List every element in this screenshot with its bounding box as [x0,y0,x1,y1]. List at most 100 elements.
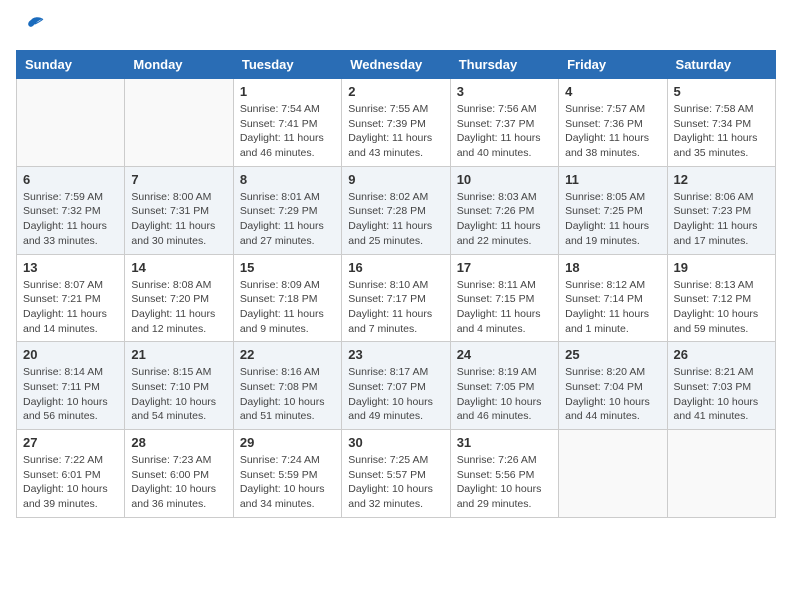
day-info: Sunrise: 8:13 AM Sunset: 7:12 PM Dayligh… [674,278,769,337]
calendar-week-5: 27Sunrise: 7:22 AM Sunset: 6:01 PM Dayli… [17,430,776,518]
calendar-cell: 5 Sunrise: 7:58 AM Sunset: 7:34 PM Daylig… [667,79,775,167]
day-number: 1 [240,84,335,99]
day-number: 22 [240,347,335,362]
calendar-cell: 28Sunrise: 7:23 AM Sunset: 6:00 PM Dayli… [125,430,233,518]
calendar-cell: 31Sunrise: 7:26 AM Sunset: 5:56 PM Dayli… [450,430,558,518]
calendar-cell: 6Sunrise: 7:59 AM Sunset: 7:32 PM Daylig… [17,166,125,254]
calendar-cell: 25 Sunrise: 8:20 AM Sunset: 7:04 PM Dayli… [559,342,667,430]
calendar-cell: 9 Sunrise: 8:02 AM Sunset: 7:28 PM Daylig… [342,166,450,254]
day-info: Sunrise: 8:05 AM Sunset: 7:25 PM Dayligh… [565,190,660,249]
weekday-header-saturday: Saturday [667,51,775,79]
day-info: Sunrise: 7:56 AM Sunset: 7:37 PM Dayligh… [457,102,552,161]
day-info: Sunrise: 8:11 AM Sunset: 7:15 PM Dayligh… [457,278,552,337]
calendar-cell: 23 Sunrise: 8:17 AM Sunset: 7:07 PM Dayli… [342,342,450,430]
calendar-cell: 29 Sunrise: 7:24 AM Sunset: 5:59 PM Dayli… [233,430,341,518]
day-number: 3 [457,84,552,99]
calendar-cell: 22 Sunrise: 8:16 AM Sunset: 7:08 PM Dayli… [233,342,341,430]
calendar-cell: 8 Sunrise: 8:01 AM Sunset: 7:29 PM Daylig… [233,166,341,254]
calendar-cell: 1 Sunrise: 7:54 AM Sunset: 7:41 PM Daylig… [233,79,341,167]
calendar-week-1: 1 Sunrise: 7:54 AM Sunset: 7:41 PM Daylig… [17,79,776,167]
calendar-cell: 14Sunrise: 8:08 AM Sunset: 7:20 PM Dayli… [125,254,233,342]
logo-bird-icon [17,16,45,38]
day-info: Sunrise: 8:00 AM Sunset: 7:31 PM Dayligh… [131,190,226,249]
logo [16,16,50,38]
weekday-header-monday: Monday [125,51,233,79]
calendar-cell: 19 Sunrise: 8:13 AM Sunset: 7:12 PM Dayli… [667,254,775,342]
day-number: 29 [240,435,335,450]
day-number: 19 [674,260,769,275]
day-number: 25 [565,347,660,362]
day-info: Sunrise: 8:07 AM Sunset: 7:21 PM Dayligh… [23,278,118,337]
day-number: 7 [131,172,226,187]
day-number: 24 [457,347,552,362]
day-number: 18 [565,260,660,275]
calendar-cell: 4 Sunrise: 7:57 AM Sunset: 7:36 PM Daylig… [559,79,667,167]
day-info: Sunrise: 8:06 AM Sunset: 7:23 PM Dayligh… [674,190,769,249]
day-number: 16 [348,260,443,275]
day-number: 8 [240,172,335,187]
calendar-table: SundayMondayTuesdayWednesdayThursdayFrid… [16,50,776,518]
day-info: Sunrise: 8:08 AM Sunset: 7:20 PM Dayligh… [131,278,226,337]
calendar-week-3: 13Sunrise: 8:07 AM Sunset: 7:21 PM Dayli… [17,254,776,342]
calendar-cell: 30 Sunrise: 7:25 AM Sunset: 5:57 PM Dayli… [342,430,450,518]
weekday-header-sunday: Sunday [17,51,125,79]
day-number: 30 [348,435,443,450]
day-info: Sunrise: 8:16 AM Sunset: 7:08 PM Dayligh… [240,365,335,424]
day-number: 21 [131,347,226,362]
day-info: Sunrise: 8:12 AM Sunset: 7:14 PM Dayligh… [565,278,660,337]
calendar-cell: 18 Sunrise: 8:12 AM Sunset: 7:14 PM Dayli… [559,254,667,342]
calendar-cell: 13Sunrise: 8:07 AM Sunset: 7:21 PM Dayli… [17,254,125,342]
calendar-cell: 7 Sunrise: 8:00 AM Sunset: 7:31 PM Daylig… [125,166,233,254]
day-info: Sunrise: 8:10 AM Sunset: 7:17 PM Dayligh… [348,278,443,337]
calendar-cell [125,79,233,167]
calendar-cell: 17 Sunrise: 8:11 AM Sunset: 7:15 PM Dayli… [450,254,558,342]
day-info: Sunrise: 7:55 AM Sunset: 7:39 PM Dayligh… [348,102,443,161]
calendar-cell: 16 Sunrise: 8:10 AM Sunset: 7:17 PM Dayli… [342,254,450,342]
day-info: Sunrise: 8:15 AM Sunset: 7:10 PM Dayligh… [131,365,226,424]
calendar-cell: 11 Sunrise: 8:05 AM Sunset: 7:25 PM Dayli… [559,166,667,254]
calendar-cell: 24Sunrise: 8:19 AM Sunset: 7:05 PM Dayli… [450,342,558,430]
day-info: Sunrise: 8:01 AM Sunset: 7:29 PM Dayligh… [240,190,335,249]
day-info: Sunrise: 7:54 AM Sunset: 7:41 PM Dayligh… [240,102,335,161]
calendar-week-2: 6Sunrise: 7:59 AM Sunset: 7:32 PM Daylig… [17,166,776,254]
day-info: Sunrise: 7:58 AM Sunset: 7:34 PM Dayligh… [674,102,769,161]
calendar-cell: 27Sunrise: 7:22 AM Sunset: 6:01 PM Dayli… [17,430,125,518]
day-info: Sunrise: 7:57 AM Sunset: 7:36 PM Dayligh… [565,102,660,161]
day-number: 12 [674,172,769,187]
day-number: 26 [674,347,769,362]
day-info: Sunrise: 8:14 AM Sunset: 7:11 PM Dayligh… [23,365,118,424]
day-number: 17 [457,260,552,275]
calendar-cell: 21 Sunrise: 8:15 AM Sunset: 7:10 PM Dayli… [125,342,233,430]
day-number: 23 [348,347,443,362]
calendar-cell: 12 Sunrise: 8:06 AM Sunset: 7:23 PM Dayli… [667,166,775,254]
day-number: 5 [674,84,769,99]
weekday-header-thursday: Thursday [450,51,558,79]
calendar-cell: 10 Sunrise: 8:03 AM Sunset: 7:26 PM Dayli… [450,166,558,254]
day-info: Sunrise: 8:20 AM Sunset: 7:04 PM Dayligh… [565,365,660,424]
day-number: 31 [457,435,552,450]
day-info: Sunrise: 7:25 AM Sunset: 5:57 PM Dayligh… [348,453,443,512]
calendar-cell: 15 Sunrise: 8:09 AM Sunset: 7:18 PM Dayli… [233,254,341,342]
day-number: 11 [565,172,660,187]
calendar-cell: 26 Sunrise: 8:21 AM Sunset: 7:03 PM Dayli… [667,342,775,430]
day-info: Sunrise: 7:24 AM Sunset: 5:59 PM Dayligh… [240,453,335,512]
day-info: Sunrise: 8:17 AM Sunset: 7:07 PM Dayligh… [348,365,443,424]
day-number: 2 [348,84,443,99]
day-number: 10 [457,172,552,187]
weekday-header-friday: Friday [559,51,667,79]
day-info: Sunrise: 7:23 AM Sunset: 6:00 PM Dayligh… [131,453,226,512]
day-info: Sunrise: 7:59 AM Sunset: 7:32 PM Dayligh… [23,190,118,249]
day-number: 15 [240,260,335,275]
calendar-week-4: 20Sunrise: 8:14 AM Sunset: 7:11 PM Dayli… [17,342,776,430]
day-info: Sunrise: 8:03 AM Sunset: 7:26 PM Dayligh… [457,190,552,249]
day-info: Sunrise: 8:02 AM Sunset: 7:28 PM Dayligh… [348,190,443,249]
calendar-cell: 20Sunrise: 8:14 AM Sunset: 7:11 PM Dayli… [17,342,125,430]
calendar-cell [667,430,775,518]
day-number: 4 [565,84,660,99]
weekday-header-tuesday: Tuesday [233,51,341,79]
day-info: Sunrise: 8:09 AM Sunset: 7:18 PM Dayligh… [240,278,335,337]
day-number: 9 [348,172,443,187]
day-number: 27 [23,435,118,450]
calendar-cell: 3 Sunrise: 7:56 AM Sunset: 7:37 PM Daylig… [450,79,558,167]
day-info: Sunrise: 8:21 AM Sunset: 7:03 PM Dayligh… [674,365,769,424]
